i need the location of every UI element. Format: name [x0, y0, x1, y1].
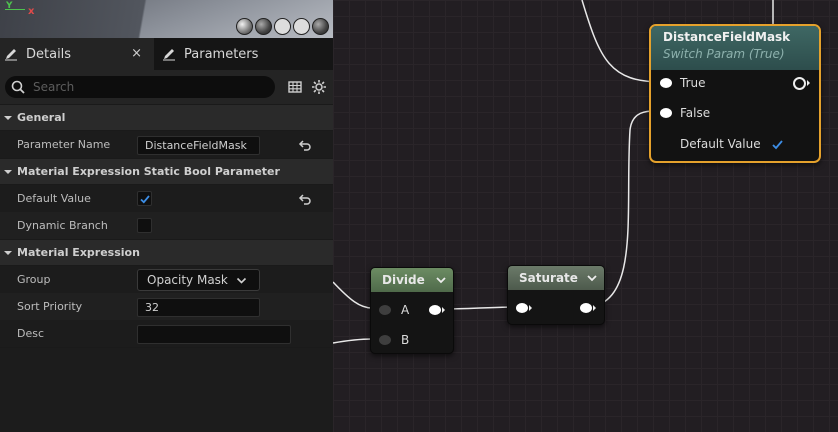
divide-node-title: Divide	[382, 273, 425, 287]
axis-y-label: Y	[6, 1, 13, 11]
switch-pin-true-row: True	[660, 75, 706, 91]
pin-arrow-icon	[807, 80, 810, 86]
section-general-title: General	[17, 111, 66, 124]
desc-label: Desc	[17, 327, 45, 340]
sphere-preview-icon[interactable]	[236, 18, 253, 35]
switch-input-pin-false[interactable]	[660, 108, 672, 118]
tab-details-label: Details	[26, 46, 72, 62]
preview-shape-toolbar	[236, 18, 329, 35]
chevron-down-icon[interactable]	[435, 274, 447, 286]
divide-node[interactable]: Divide A B	[370, 267, 454, 354]
gear-icon[interactable]	[311, 79, 327, 95]
saturate-output-pin[interactable]	[580, 303, 592, 313]
switch-output-pin[interactable]	[793, 76, 806, 90]
saturate-input-pin[interactable]	[516, 303, 528, 313]
desc-row: Desc	[0, 320, 333, 347]
divide-pin-b-row: B	[379, 332, 409, 348]
sort-priority-field[interactable]: 32	[137, 298, 260, 317]
chevron-down-icon	[236, 275, 247, 286]
tab-details[interactable]: Details ×	[0, 38, 154, 70]
table-view-icon[interactable]	[287, 79, 303, 95]
chevron-down-icon[interactable]	[586, 272, 598, 284]
pencil-icon	[4, 47, 18, 61]
dynamic-branch-row: Dynamic Branch	[0, 212, 333, 239]
chevron-down-icon	[4, 168, 14, 176]
pencil-icon	[162, 47, 176, 61]
saturate-node-header[interactable]: Saturate	[508, 266, 604, 290]
group-dropdown[interactable]: Opacity Mask	[137, 269, 260, 291]
switch-default-value-checkbox[interactable]	[771, 138, 784, 151]
switch-default-value-row: Default Value	[680, 136, 784, 152]
divide-pin-a-label: A	[401, 303, 410, 317]
divide-input-pin-b[interactable]	[379, 335, 391, 345]
desc-field[interactable]	[137, 325, 291, 344]
group-row: Group Opacity Mask	[0, 266, 333, 293]
switch-default-value-label: Default Value	[680, 137, 761, 151]
divide-node-header[interactable]: Divide	[371, 268, 453, 292]
saturate-node[interactable]: Saturate	[507, 265, 605, 325]
switch-param-node-subtitle: Switch Param (True)	[663, 47, 785, 61]
plane-preview-icon[interactable]	[274, 18, 291, 35]
search-icon	[11, 80, 25, 94]
divide-output-pin[interactable]	[429, 305, 441, 315]
reset-arrow-icon[interactable]	[298, 192, 312, 206]
group-dropdown-value: Opacity Mask	[147, 273, 228, 287]
saturate-output-row	[580, 300, 596, 316]
section-material-expression-header[interactable]: Material Expression	[0, 240, 333, 265]
search-input[interactable]	[31, 79, 265, 95]
switch-param-node-title: DistanceFieldMask	[663, 30, 791, 44]
pin-arrow-icon	[442, 307, 445, 313]
divide-input-pin-a[interactable]	[379, 305, 391, 315]
switch-output-row	[793, 75, 810, 91]
default-value-checkbox[interactable]	[137, 191, 152, 206]
divide-pin-a-row: A	[379, 302, 409, 318]
cube-preview-icon[interactable]	[293, 18, 310, 35]
saturate-input-row	[516, 300, 532, 316]
section-material-expression-title: Material Expression	[17, 246, 140, 259]
dynamic-branch-checkbox[interactable]	[137, 218, 152, 233]
section-static-bool-header[interactable]: Material Expression Static Bool Paramete…	[0, 159, 333, 184]
cylinder-preview-icon[interactable]	[255, 18, 272, 35]
checkmark-icon	[139, 194, 150, 204]
axis-x-label: x	[28, 6, 35, 17]
divide-output-row	[429, 302, 445, 318]
parameter-name-field[interactable]: DistanceFieldMask	[137, 136, 260, 155]
sort-priority-row: Sort Priority 32	[0, 293, 333, 320]
mesh-preview-icon[interactable]	[312, 18, 329, 35]
section-general-header[interactable]: General	[0, 105, 333, 130]
material-preview-viewport[interactable]: Y x	[0, 0, 333, 38]
parameter-name-row: Parameter Name DistanceFieldMask	[0, 131, 333, 158]
default-value-label: Default Value	[17, 192, 91, 205]
tab-parameters-label: Parameters	[184, 46, 259, 62]
divide-pin-b-label: B	[401, 333, 410, 347]
chevron-down-icon	[4, 114, 14, 122]
default-value-row: Default Value	[0, 185, 333, 212]
reset-arrow-icon[interactable]	[298, 138, 312, 152]
panel-tabs: Details × Parameters	[0, 38, 333, 70]
parameter-name-label: Parameter Name	[17, 138, 111, 151]
pin-arrow-icon	[593, 305, 596, 311]
section-static-bool-title: Material Expression Static Bool Paramete…	[17, 165, 280, 178]
saturate-node-title: Saturate	[519, 271, 578, 285]
sort-priority-label: Sort Priority	[17, 300, 83, 313]
dynamic-branch-label: Dynamic Branch	[17, 219, 108, 232]
switch-pin-false-label: False	[680, 106, 711, 120]
switch-param-node-header[interactable]: DistanceFieldMask Switch Param (True)	[651, 26, 819, 70]
search-row	[0, 70, 333, 104]
tab-parameters[interactable]: Parameters	[154, 38, 266, 70]
panel-empty-area	[0, 348, 333, 432]
switch-input-pin-true[interactable]	[660, 78, 672, 88]
details-panel: Y x Details × Parameters Search General …	[0, 0, 333, 432]
checkmark-icon	[771, 139, 783, 149]
search-box[interactable]	[5, 76, 275, 98]
switch-pin-true-label: True	[680, 76, 706, 90]
chevron-down-icon	[4, 249, 14, 257]
switch-param-node[interactable]: DistanceFieldMask Switch Param (True) Tr…	[649, 24, 821, 163]
switch-pin-false-row: False	[660, 105, 710, 121]
group-label: Group	[17, 273, 51, 286]
close-icon[interactable]: ×	[131, 46, 142, 61]
pin-arrow-icon	[529, 305, 532, 311]
